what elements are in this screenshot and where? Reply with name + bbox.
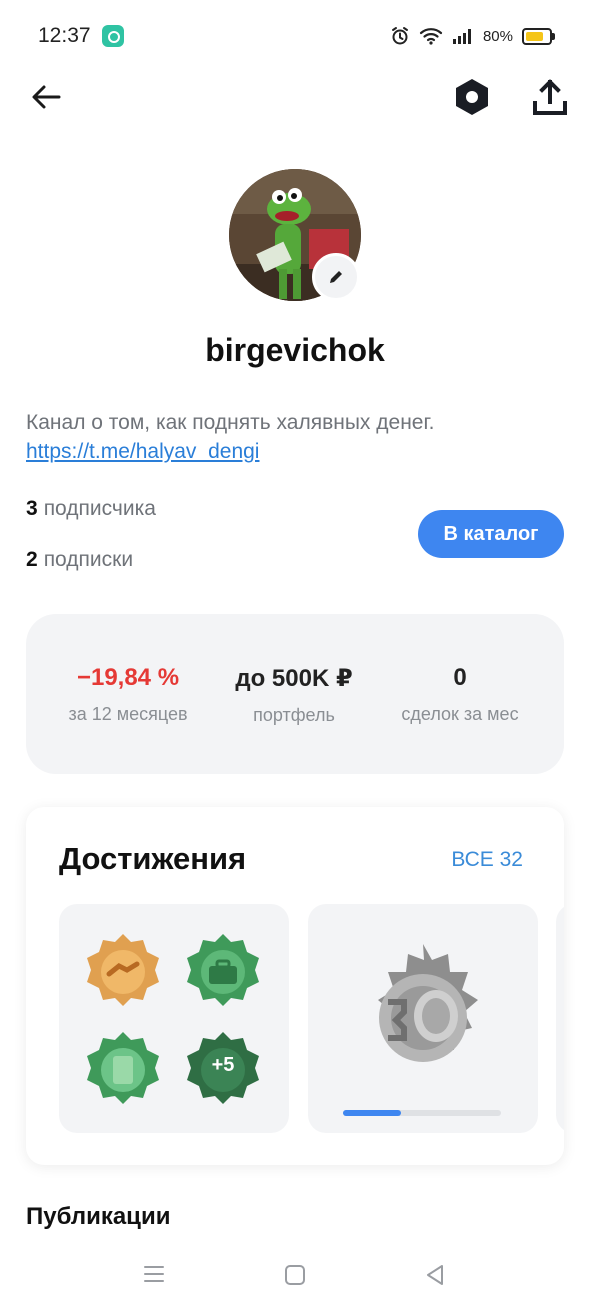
subscriptions-count: 2 (26, 548, 38, 571)
achievements-title: Достижения (59, 841, 247, 876)
achievements-card: Достижения ВСЕ 32 +5 (26, 807, 564, 1165)
arrow-left-icon (32, 85, 61, 109)
briefcase-badge-icon (187, 934, 259, 1006)
system-nav-bar (0, 1250, 590, 1311)
cards-badge-icon (87, 1032, 159, 1104)
metric-portfolio-label: портфель (253, 705, 335, 725)
back-button[interactable] (23, 74, 69, 120)
pencil-icon (330, 271, 342, 283)
share-upload-icon (533, 79, 567, 115)
metric-return-value: −19,84 % (76, 664, 180, 691)
edit-avatar-button[interactable] (312, 253, 360, 301)
battery-percent: 80% (482, 27, 513, 45)
subscribers-stat[interactable]: 3 подписчика (26, 497, 156, 521)
gear-hexagon-icon (456, 79, 488, 115)
subscriptions-stat[interactable]: 2 подписки (26, 548, 133, 572)
signal-icon (452, 29, 471, 44)
subscribers-label: подписчика (43, 497, 156, 520)
metric-return-label: за 12 месяцев (68, 704, 188, 724)
bio-text: Канал о том, как поднять халявных денег. (26, 411, 435, 434)
menu-icon[interactable] (143, 1264, 165, 1284)
metrics-card: −19,84 % за 12 месяцев до 500K ₽ портфел… (26, 614, 564, 774)
metric-portfolio-value: до 500K ₽ (235, 665, 353, 692)
next-achievement-tile-peek[interactable] (556, 904, 564, 1133)
metric-return: −19,84 % за 12 месяцев (33, 664, 223, 725)
achievements-all-link[interactable]: ВСЕ 32 (451, 848, 523, 872)
metrics-fade (518, 614, 564, 774)
more-badges-count: +5 (211, 1054, 235, 1076)
status-time: 12:37 (38, 24, 91, 47)
alarm-icon (391, 27, 408, 45)
achievement-progress-fill (343, 1110, 402, 1116)
status-icons: 80% (390, 26, 555, 46)
app-notification-icon (102, 25, 124, 47)
battery-icon (522, 27, 555, 45)
achievement-progress-bar (343, 1110, 501, 1116)
username: birgevichok (205, 332, 385, 368)
handshake-badge-icon (87, 934, 159, 1006)
home-icon[interactable] (284, 1264, 306, 1286)
wifi-icon (419, 28, 443, 45)
metric-portfolio: до 500K ₽ портфель (199, 664, 389, 726)
subscriptions-label: подписки (43, 548, 134, 571)
subscribers-count: 3 (26, 497, 38, 520)
share-button[interactable] (527, 74, 573, 120)
achievement-progress-tile[interactable] (308, 904, 538, 1133)
achievements-group-tile[interactable]: +5 (59, 904, 289, 1133)
bio-link[interactable]: https://t.me/halyav_dengi (26, 440, 259, 463)
bio: Канал о том, как поднять халявных денег.… (26, 408, 566, 466)
catalog-button[interactable]: В каталог (418, 510, 564, 558)
coins-badge-icon (378, 944, 478, 1062)
publications-title: Публикации (26, 1203, 171, 1230)
back-nav-icon[interactable] (424, 1264, 446, 1286)
settings-button[interactable] (449, 74, 495, 120)
